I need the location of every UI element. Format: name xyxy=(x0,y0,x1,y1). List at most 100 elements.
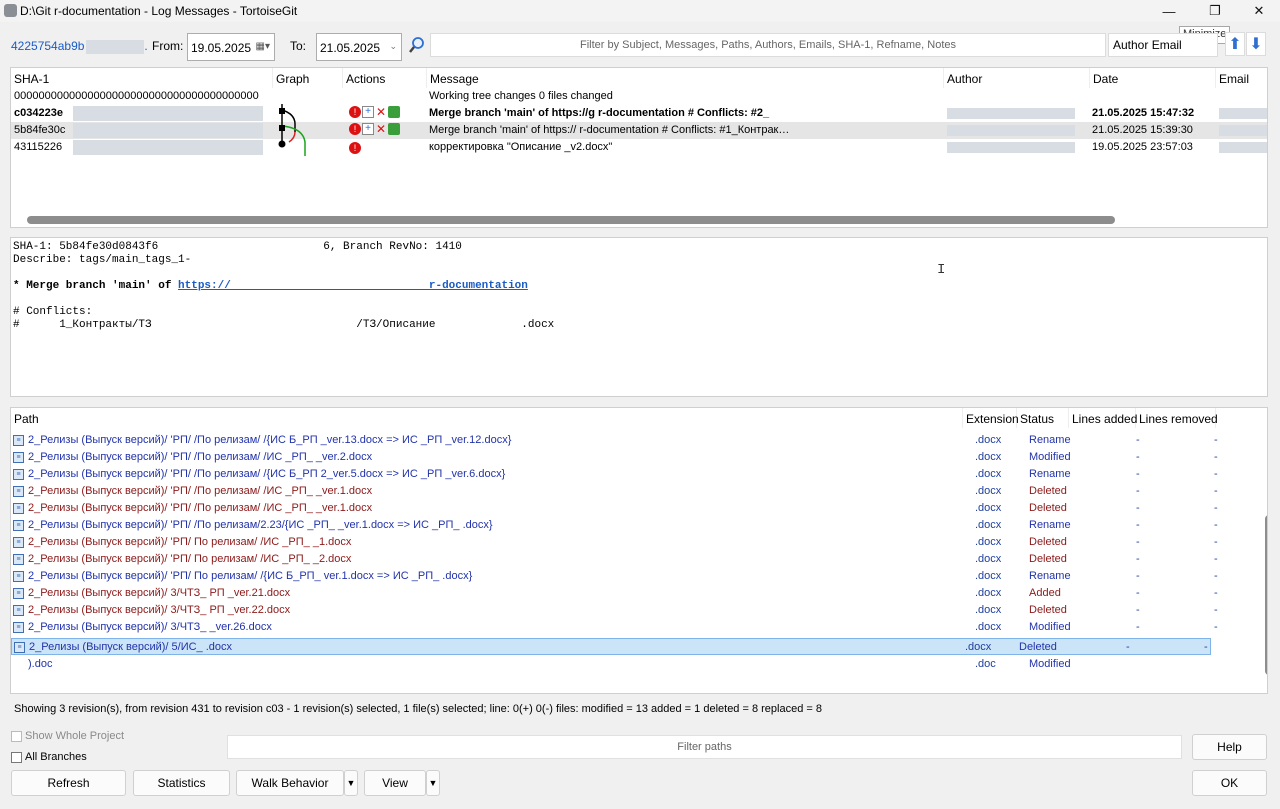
file-icon: ≡ xyxy=(13,469,24,480)
app-icon xyxy=(4,4,17,17)
log-row[interactable]: 43115226 корректировка "Описание _v2.doc… xyxy=(11,139,1267,156)
files-vertical-scrollbar[interactable] xyxy=(1265,515,1267,675)
log-row[interactable]: c034223e Merge branch 'main' of https://… xyxy=(11,105,1267,122)
log-horizontal-scrollbar[interactable] xyxy=(27,216,1115,224)
file-added: - xyxy=(1136,553,1140,565)
file-row[interactable]: ≡ 2_Релизы (Выпуск версий)/ 'РП/ /По рели… xyxy=(11,517,1251,534)
col-extension[interactable]: Extension xyxy=(963,408,1019,428)
sha-link[interactable]: 4225754ab9b. xyxy=(11,39,148,54)
file-ext: .docx xyxy=(965,641,992,653)
log-row-selected[interactable]: 5b84fe30c Merge branch 'main' of https:/… xyxy=(11,122,1267,139)
file-path: 2_Релизы (Выпуск версий)/ 3/ЧТЗ_ РП _ver… xyxy=(28,587,291,599)
col-graph[interactable]: Graph xyxy=(273,68,343,88)
from-label: From: xyxy=(152,39,184,53)
file-row[interactable]: ≡ 2_Релизы (Выпуск версий)/ 'РП/ /По рели… xyxy=(11,449,1251,466)
log-sha: 0000000000000000000000000000000000000000 xyxy=(14,90,259,102)
file-ext: .docx xyxy=(975,485,1002,497)
file-row[interactable]: ≡ 2_Релизы (Выпуск версий)/ 'РП/ По релиз… xyxy=(11,534,1251,551)
file-ext: .docx xyxy=(975,604,1002,616)
file-path: 2_Релизы (Выпуск версий)/ 'РП/ /По релиз… xyxy=(28,485,373,497)
file-icon: ≡ xyxy=(13,605,24,616)
file-row[interactable]: ).doc .doc Modified xyxy=(11,656,1251,673)
close-button[interactable]: ✕ xyxy=(1236,0,1280,22)
file-path: ).doc xyxy=(28,658,53,670)
from-date-picker[interactable]: 19.05.2025 ▦▾ xyxy=(187,33,275,61)
file-ext: .doc xyxy=(975,658,996,670)
redacted-area xyxy=(1219,125,1267,136)
col-author[interactable]: Author xyxy=(944,68,1090,88)
changed-files-list[interactable]: Path Extension Status Lines added Lines … xyxy=(10,407,1268,694)
file-status: Deleted xyxy=(1019,641,1057,653)
col-lines-added[interactable]: Lines added xyxy=(1069,408,1137,428)
walk-behavior-dropdown[interactable]: ▼ xyxy=(344,770,358,796)
col-date[interactable]: Date xyxy=(1090,68,1216,88)
file-row[interactable]: ≡ 2_Релизы (Выпуск версий)/ 'РП/ По релиз… xyxy=(11,551,1251,568)
status-line: Showing 3 revision(s), from revision 431… xyxy=(14,703,822,715)
arrow-up-icon[interactable]: ⬆ xyxy=(1225,32,1245,56)
filter-field-select[interactable]: Author Email xyxy=(1108,33,1218,57)
file-icon: ≡ xyxy=(13,452,24,463)
col-path[interactable]: Path xyxy=(11,408,963,428)
merge-url-link[interactable]: https:// r-documentation xyxy=(178,280,528,292)
walk-behavior-button[interactable]: Walk Behavior xyxy=(236,770,344,796)
file-row[interactable]: ≡ 2_Релизы (Выпуск версий)/ 'РП/ По релиз… xyxy=(11,568,1251,585)
commit-icon xyxy=(388,106,400,118)
calendar-icon[interactable]: ▦▾ xyxy=(256,41,270,52)
file-row-selected[interactable]: ≡ 2_Релизы (Выпуск версий)/ 5/ИС_ .docx .d… xyxy=(11,638,1211,655)
file-row[interactable]: ≡ 2_Релизы (Выпуск версий)/ 'РП/ /По рели… xyxy=(11,500,1251,517)
detail-sha-line: SHA-1: 5b84fe30d0843f6 6, Branch RevNo: … xyxy=(13,241,462,253)
file-row[interactable]: ≡ 2_Релизы (Выпуск версий)/ 3/ЧТЗ_ _ver.2… xyxy=(11,619,1251,636)
file-row[interactable]: ≡ 2_Релизы (Выпуск версий)/ 'РП/ /По рели… xyxy=(11,466,1251,483)
col-lines-removed[interactable]: Lines removed xyxy=(1136,408,1218,428)
refresh-button[interactable]: Refresh xyxy=(11,770,126,796)
col-email[interactable]: Email xyxy=(1216,68,1267,88)
commit-detail[interactable]: SHA-1: 5b84fe30d0843f6 6, Branch RevNo: … xyxy=(10,237,1268,397)
statistics-button[interactable]: Statistics xyxy=(133,770,230,796)
col-status[interactable]: Status xyxy=(1017,408,1069,428)
chevron-down-icon[interactable]: ⌄ xyxy=(389,41,397,52)
restore-button[interactable]: ❐ xyxy=(1192,0,1238,22)
file-ext: .docx xyxy=(975,536,1002,548)
file-ext: .docx xyxy=(975,468,1002,480)
col-sha[interactable]: SHA-1 xyxy=(11,68,273,88)
file-row[interactable]: ≡ 2_Релизы (Выпуск версий)/ 3/ЧТЗ_ РП _ve… xyxy=(11,585,1251,602)
log-date: 21.05.2025 15:39:30 xyxy=(1092,124,1193,136)
detail-describe-line: Describe: tags/main_tags_1- xyxy=(13,254,192,266)
col-actions[interactable]: Actions xyxy=(343,68,427,88)
search-icon[interactable] xyxy=(408,36,426,57)
file-ext: .docx xyxy=(975,621,1002,633)
file-row[interactable]: ≡ 2_Релизы (Выпуск версий)/ 'РП/ /По рели… xyxy=(11,483,1251,500)
view-button[interactable]: View xyxy=(364,770,426,796)
minimize-button[interactable]: — xyxy=(1146,0,1192,22)
file-path: 2_Релизы (Выпуск версий)/ 'РП/ /По релиз… xyxy=(28,434,512,446)
file-removed: - xyxy=(1214,519,1218,531)
file-added: - xyxy=(1136,621,1140,633)
file-icon: ≡ xyxy=(13,537,24,548)
redacted-area xyxy=(947,108,1075,119)
file-path: 2_Релизы (Выпуск версий)/ 5/ИС_ .docx xyxy=(29,641,233,653)
file-status: Added xyxy=(1029,587,1061,599)
log-sha: c034223e xyxy=(14,107,63,119)
log-list[interactable]: SHA-1 Graph Actions Message Author Date … xyxy=(10,67,1268,228)
file-status: Rename xyxy=(1029,468,1071,480)
actions-row-3: ! xyxy=(349,140,361,154)
show-whole-project-checkbox[interactable]: Show Whole Project xyxy=(11,730,124,742)
window-title: D:\Git r-documentation - Log Messages - … xyxy=(20,4,298,18)
ok-button[interactable]: OK xyxy=(1192,770,1267,796)
file-row[interactable]: ≡ 2_Релизы (Выпуск версий)/ 3/ЧТЗ_ РП _ve… xyxy=(11,602,1251,619)
file-removed: - xyxy=(1214,553,1218,565)
arrow-down-icon[interactable]: ⬇ xyxy=(1246,32,1266,56)
col-message[interactable]: Message xyxy=(427,68,944,88)
file-added: - xyxy=(1136,604,1140,616)
view-dropdown[interactable]: ▼ xyxy=(426,770,440,796)
to-date-picker[interactable]: 21.05.2025 ⌄ xyxy=(316,33,402,61)
log-row-working-tree[interactable]: 0000000000000000000000000000000000000000… xyxy=(11,88,1267,105)
file-status: Deleted xyxy=(1029,536,1067,548)
all-branches-checkbox[interactable]: All Branches xyxy=(11,751,87,763)
message-filter-input[interactable]: Filter by Subject, Messages, Paths, Auth… xyxy=(430,33,1106,57)
sha-link-text[interactable]: 4225754ab9b xyxy=(11,39,84,53)
help-button[interactable]: Help xyxy=(1192,734,1267,760)
file-row[interactable]: ≡ 2_Релизы (Выпуск версий)/ 'РП/ /По рели… xyxy=(11,432,1251,449)
file-status: Deleted xyxy=(1029,485,1067,497)
filter-paths-input[interactable]: Filter paths xyxy=(227,735,1182,759)
